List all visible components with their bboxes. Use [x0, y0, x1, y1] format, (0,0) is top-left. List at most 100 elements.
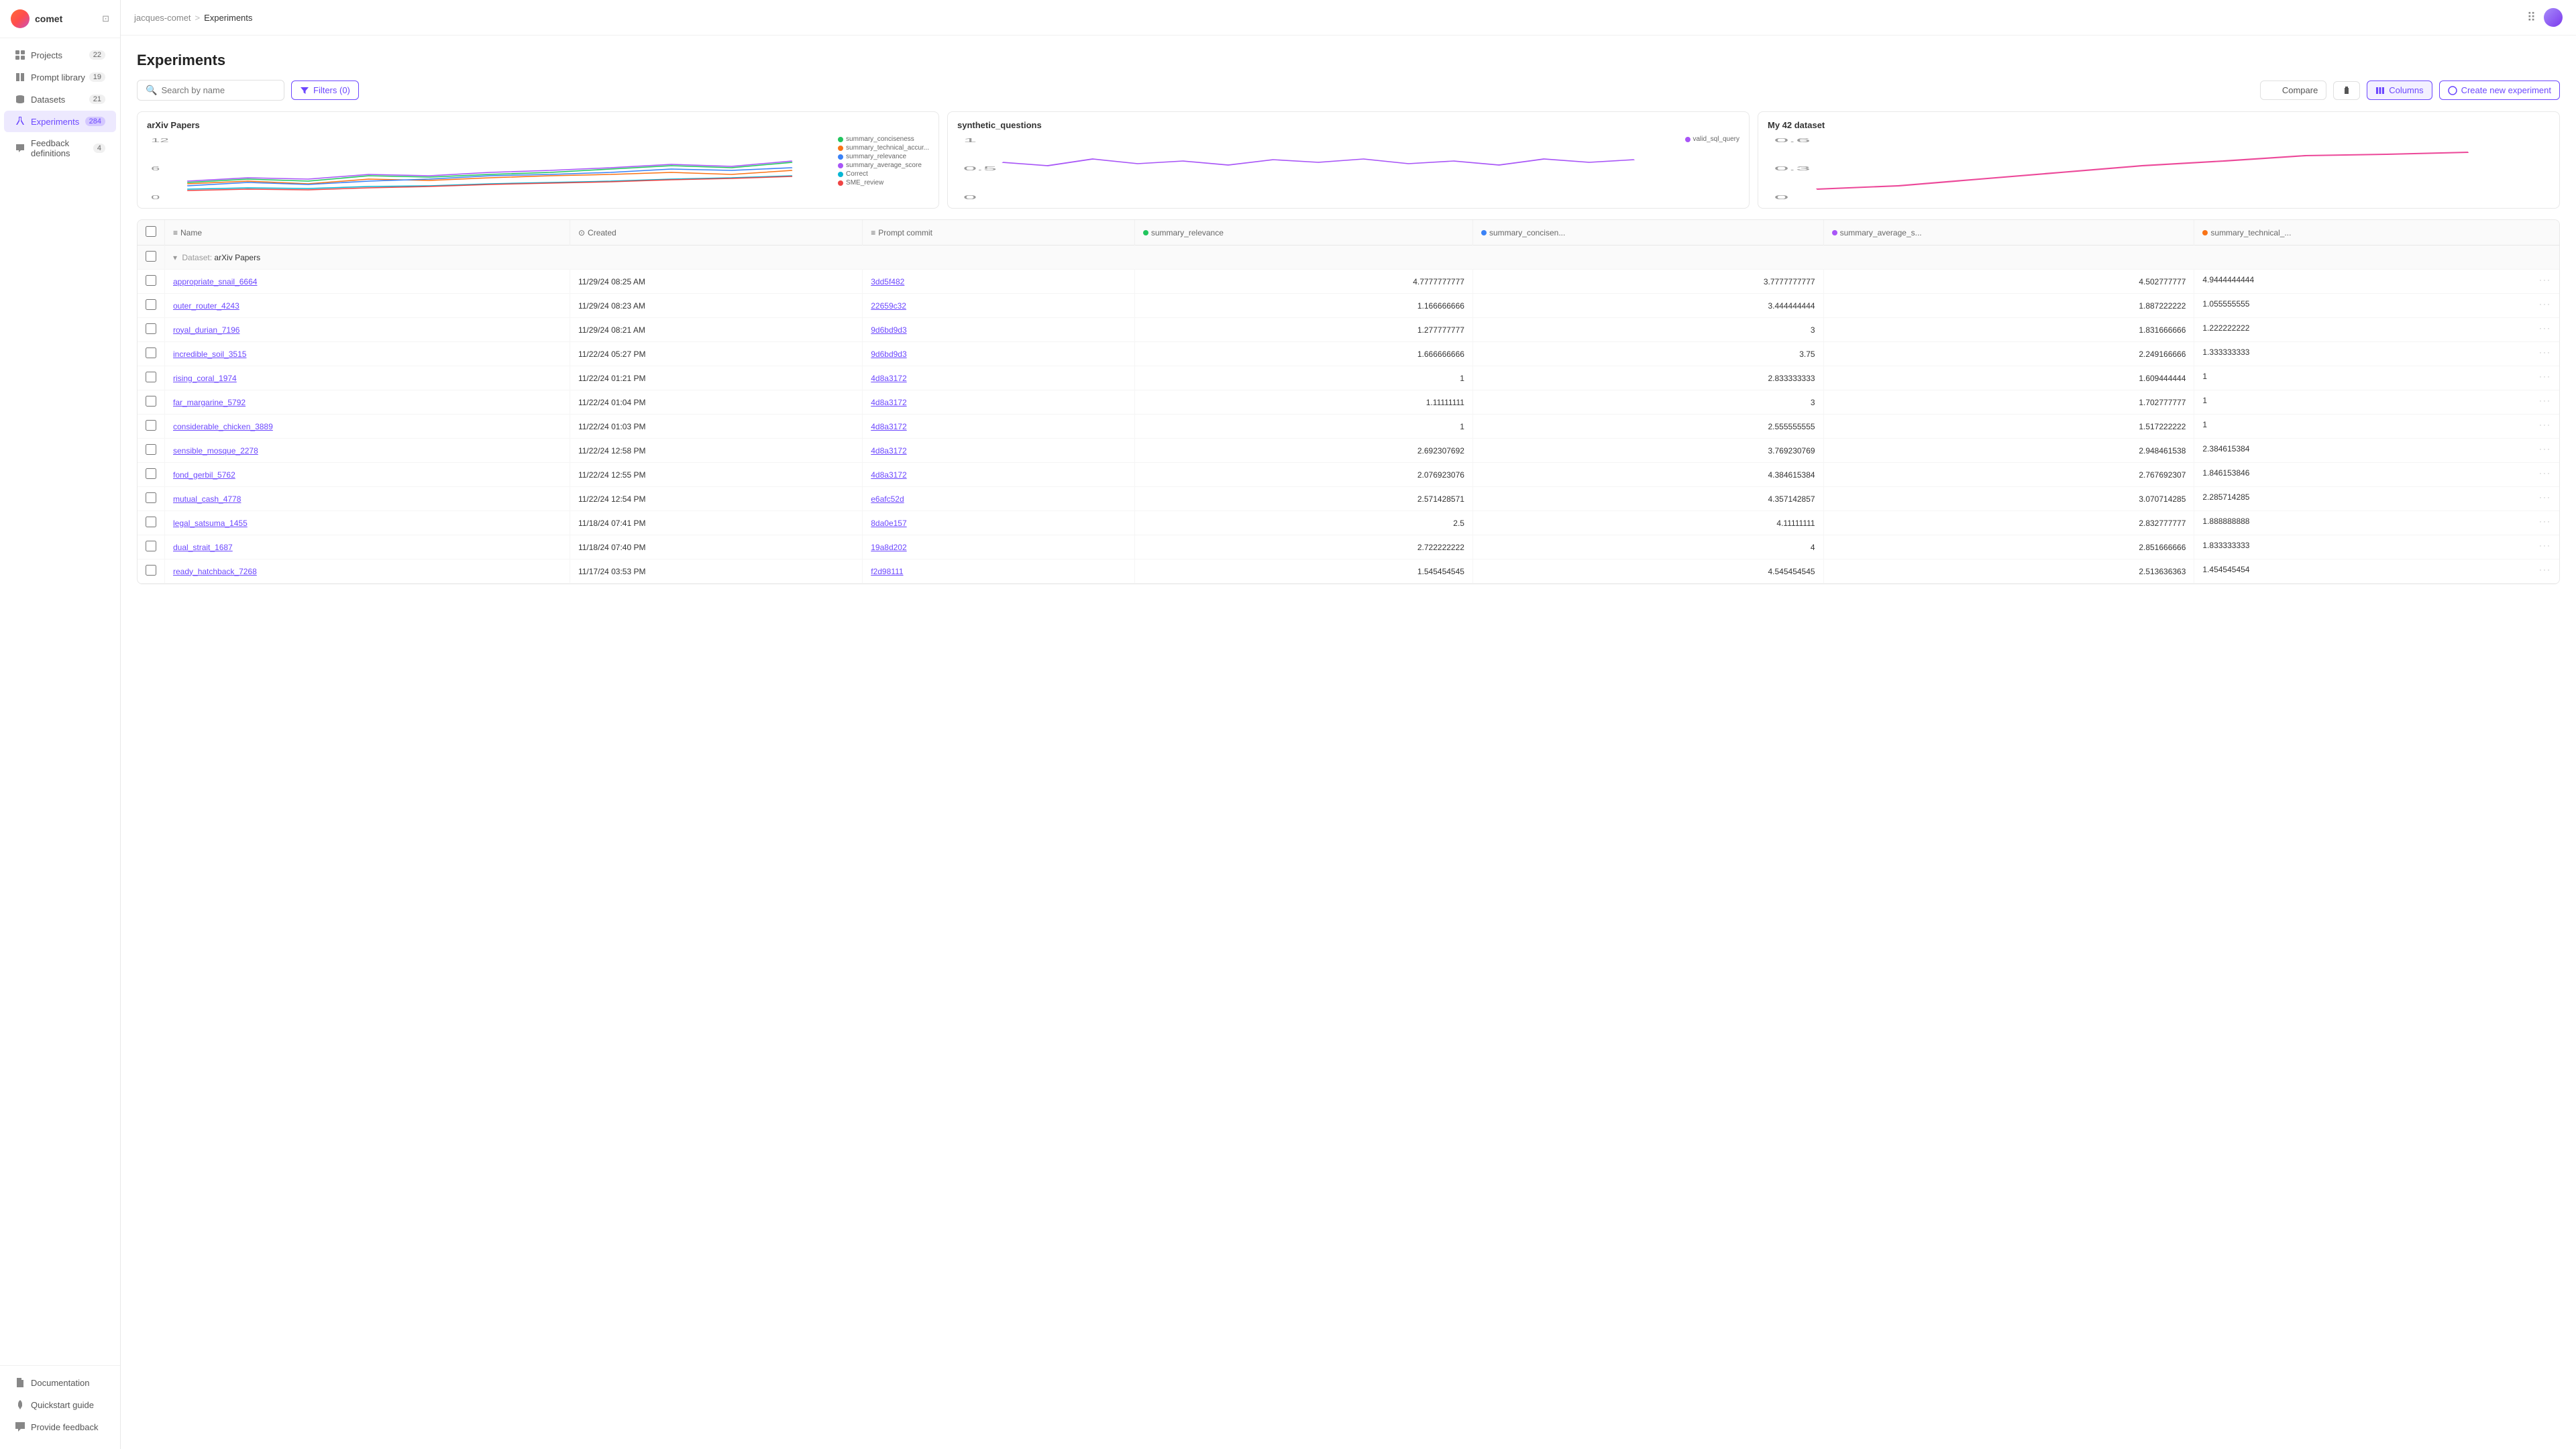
row-checkbox-12[interactable]	[146, 565, 156, 576]
sidebar-item-datasets[interactable]: Datasets 21	[4, 89, 116, 110]
row-checkbox-9[interactable]	[146, 492, 156, 503]
row-menu-1[interactable]: ···	[2539, 299, 2551, 309]
experiment-name-10[interactable]: legal_satsuma_1455	[173, 519, 248, 528]
row-r2-11: 4	[1472, 535, 1823, 559]
col-header-relevance: summary_relevance	[1134, 220, 1472, 246]
row-checkbox-1[interactable]	[146, 299, 156, 310]
row-checkbox-3[interactable]	[146, 347, 156, 358]
row-checkbox-11[interactable]	[146, 541, 156, 551]
row-r4-5: 1···	[2194, 390, 2559, 411]
row-created-3: 11/22/24 05:27 PM	[570, 342, 862, 366]
sidebar-item-provide-feedback[interactable]: Provide feedback	[4, 1416, 116, 1438]
filter-button[interactable]: Filters (0)	[291, 80, 359, 100]
experiment-name-7[interactable]: sensible_mosque_2278	[173, 446, 258, 455]
row-created-0: 11/29/24 08:25 AM	[570, 270, 862, 294]
breadcrumb-parent[interactable]: jacques-comet	[134, 13, 191, 23]
search-input[interactable]	[161, 85, 276, 95]
row-menu-10[interactable]: ···	[2539, 517, 2551, 526]
delete-button[interactable]	[2333, 81, 2360, 100]
experiment-name-12[interactable]: ready_hatchback_7268	[173, 567, 257, 576]
row-commit-7[interactable]: 4d8a3172	[871, 446, 906, 455]
chart-arxiv-legend: summary_conciseness summary_technical_ac…	[838, 136, 929, 203]
row-menu-11[interactable]: ···	[2539, 541, 2551, 550]
database-icon	[15, 94, 25, 105]
sidebar-item-projects[interactable]: Projects 22	[4, 44, 116, 66]
row-checkbox-4[interactable]	[146, 372, 156, 382]
row-commit-12[interactable]: f2d98111	[871, 567, 903, 576]
row-r3-10: 2.832777777	[1823, 511, 2194, 535]
sidebar-item-experiments[interactable]: Experiments 284	[4, 111, 116, 132]
content-area: Experiments 🔍 Filters (0) Compare	[121, 36, 2576, 1449]
create-label: Create new experiment	[2461, 85, 2551, 95]
charts-row: arXiv Papers 12 6 0	[137, 111, 2560, 209]
row-r1-4: 1	[1134, 366, 1472, 390]
row-commit-5[interactable]: 4d8a3172	[871, 398, 906, 407]
row-menu-3[interactable]: ···	[2539, 347, 2551, 357]
row-commit-9[interactable]: e6afc52d	[871, 494, 904, 504]
row-checkbox-8[interactable]	[146, 468, 156, 479]
sidebar-item-prompt-library[interactable]: Prompt library 19	[4, 66, 116, 88]
row-created-2: 11/29/24 08:21 AM	[570, 318, 862, 342]
row-r1-9: 2.571428571	[1134, 487, 1472, 511]
sidebar-collapse-icon[interactable]: ⊡	[102, 13, 109, 24]
row-commit-2[interactable]: 9d6bd9d3	[871, 325, 906, 335]
row-menu-12[interactable]: ···	[2539, 565, 2551, 574]
table-row: far_margarine_5792 11/22/24 01:04 PM 4d8…	[138, 390, 2559, 415]
svg-text:0: 0	[151, 195, 160, 201]
experiment-name-6[interactable]: considerable_chicken_3889	[173, 422, 273, 431]
experiment-name-5[interactable]: far_margarine_5792	[173, 398, 246, 407]
row-commit-11[interactable]: 19a8d202	[871, 543, 906, 552]
row-commit-10[interactable]: 8da0e157	[871, 519, 906, 528]
row-checkbox-10[interactable]	[146, 517, 156, 527]
row-commit-6[interactable]: 4d8a3172	[871, 422, 906, 431]
col-header-conciseness: summary_concisen...	[1472, 220, 1823, 246]
experiment-name-0[interactable]: appropriate_snail_6664	[173, 277, 257, 286]
row-r2-3: 3.75	[1472, 342, 1823, 366]
row-menu-8[interactable]: ···	[2539, 468, 2551, 478]
row-menu-2[interactable]: ···	[2539, 323, 2551, 333]
row-menu-4[interactable]: ···	[2539, 372, 2551, 381]
table-row: legal_satsuma_1455 11/18/24 07:41 PM 8da…	[138, 511, 2559, 535]
feedback-icon	[15, 143, 25, 154]
select-all-checkbox[interactable]	[146, 226, 156, 237]
row-menu-0[interactable]: ···	[2539, 275, 2551, 284]
row-checkbox-0[interactable]	[146, 275, 156, 286]
search-box[interactable]: 🔍	[137, 80, 284, 101]
row-commit-3[interactable]: 9d6bd9d3	[871, 350, 906, 359]
compare-button[interactable]: Compare	[2260, 80, 2326, 100]
row-menu-6[interactable]: ···	[2539, 420, 2551, 429]
row-r3-8: 2.767692307	[1823, 463, 2194, 487]
row-commit-8[interactable]: 4d8a3172	[871, 470, 906, 480]
row-checkbox-7[interactable]	[146, 444, 156, 455]
row-r3-7: 2.948461538	[1823, 439, 2194, 463]
row-checkbox-2[interactable]	[146, 323, 156, 334]
create-experiment-button[interactable]: Create new experiment	[2439, 80, 2560, 100]
sidebar-item-feedback[interactable]: Feedback definitions 4	[4, 133, 116, 164]
experiment-name-9[interactable]: mutual_cash_4778	[173, 494, 241, 504]
experiment-name-1[interactable]: outer_router_4243	[173, 301, 239, 311]
row-r1-1: 1.166666666	[1134, 294, 1472, 318]
experiment-name-3[interactable]: incredible_soil_3515	[173, 350, 246, 359]
experiment-name-2[interactable]: royal_durian_7196	[173, 325, 239, 335]
columns-button[interactable]: Columns	[2367, 80, 2432, 100]
row-menu-9[interactable]: ···	[2539, 492, 2551, 502]
experiment-name-4[interactable]: rising_coral_1974	[173, 374, 237, 383]
experiment-name-11[interactable]: dual_strait_1687	[173, 543, 233, 552]
table-row: outer_router_4243 11/29/24 08:23 AM 2265…	[138, 294, 2559, 318]
grid-menu-icon[interactable]: ⠿	[2527, 11, 2536, 25]
dataset-group-checkbox[interactable]	[146, 251, 156, 262]
row-commit-4[interactable]: 4d8a3172	[871, 374, 906, 383]
row-r2-10: 4.11111111	[1472, 511, 1823, 535]
col-header-average: summary_average_s...	[1823, 220, 2194, 246]
user-avatar[interactable]	[2544, 8, 2563, 27]
sidebar-item-documentation[interactable]: Documentation	[4, 1372, 116, 1393]
row-commit-1[interactable]: 22659c32	[871, 301, 906, 311]
row-commit-0[interactable]: 3dd5f482	[871, 277, 904, 286]
sidebar-item-quickstart[interactable]: Quickstart guide	[4, 1394, 116, 1415]
row-menu-5[interactable]: ···	[2539, 396, 2551, 405]
row-checkbox-6[interactable]	[146, 420, 156, 431]
table-row: rising_coral_1974 11/22/24 01:21 PM 4d8a…	[138, 366, 2559, 390]
experiment-name-8[interactable]: fond_gerbil_5762	[173, 470, 235, 480]
row-checkbox-5[interactable]	[146, 396, 156, 407]
row-menu-7[interactable]: ···	[2539, 444, 2551, 453]
